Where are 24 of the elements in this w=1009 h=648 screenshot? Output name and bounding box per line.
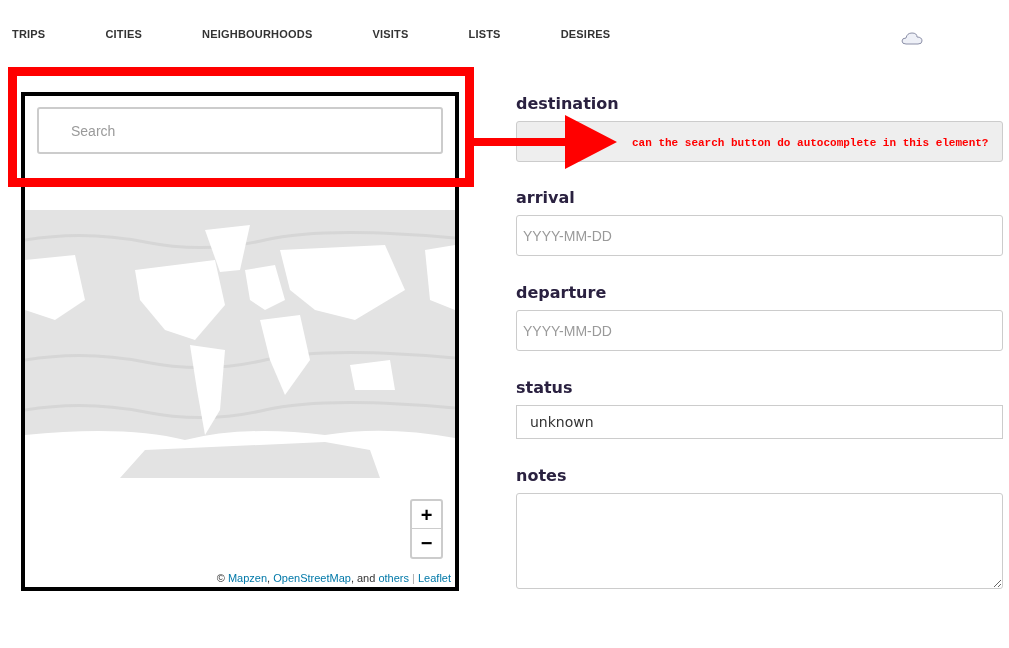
nav-link[interactable]: LISTS — [468, 25, 501, 43]
attribution-link[interactable]: others — [378, 571, 409, 584]
field-label: arrival — [516, 188, 576, 208]
field-label: destination — [516, 94, 620, 114]
cloud-icon[interactable] — [901, 31, 923, 45]
notes-field[interactable] — [516, 493, 1003, 589]
attribution-link[interactable]: Leaflet — [417, 571, 451, 584]
attribution-link[interactable]: OpenStreetMap — [273, 571, 351, 584]
nav-link[interactable]: CITIES — [105, 25, 143, 43]
status-select[interactable]: unknown — [516, 405, 1003, 439]
nav-link[interactable]: NEIGHBOURHOODS — [202, 25, 313, 43]
text-field[interactable]: YYYY-MM-DD — [516, 310, 1003, 351]
nav-link[interactable]: TRIPS — [12, 25, 46, 43]
text-field[interactable]: YYYY-MM-DD — [516, 215, 1003, 256]
field-label: departure — [516, 283, 608, 303]
nav-link[interactable]: VISITS — [372, 25, 409, 43]
map-attribution: © Mapzen, OpenStreetMap, and others | Leaflet — [216, 570, 451, 586]
field-label: status — [516, 378, 574, 398]
field-label: notes — [516, 466, 568, 486]
annotation-note: can the search button do autocomplete in this element? — [632, 136, 989, 151]
zoom-in-button[interactable]: + — [412, 501, 441, 529]
zoom-out-button[interactable]: − — [412, 529, 441, 557]
search-field[interactable]: Search — [37, 107, 443, 154]
nav-link[interactable]: DESIRES — [560, 25, 611, 43]
